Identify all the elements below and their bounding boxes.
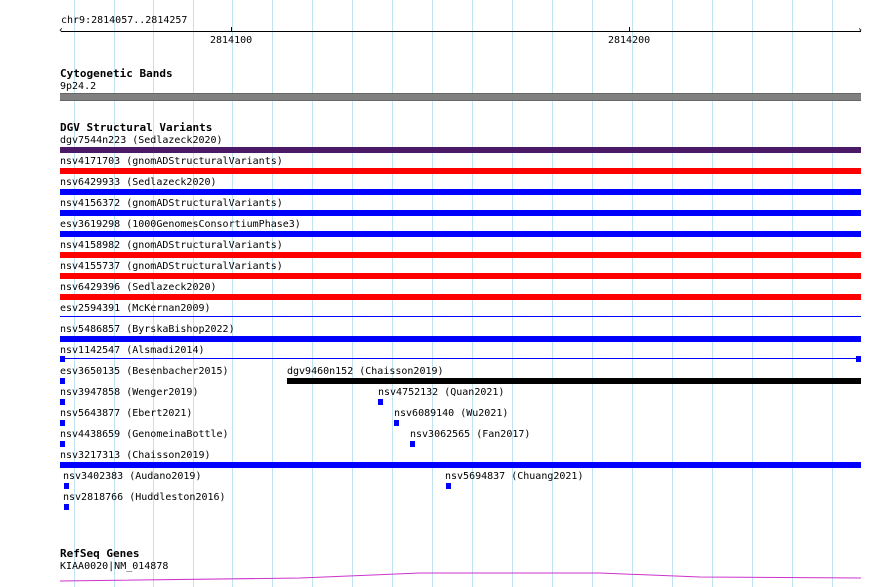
gene-model[interactable]	[0, 0, 890, 587]
gene-line[interactable]	[59, 572, 862, 582]
genome-browser-panel: chr9:2814057..2814257 ‹ › 2814100 281420…	[0, 0, 890, 587]
